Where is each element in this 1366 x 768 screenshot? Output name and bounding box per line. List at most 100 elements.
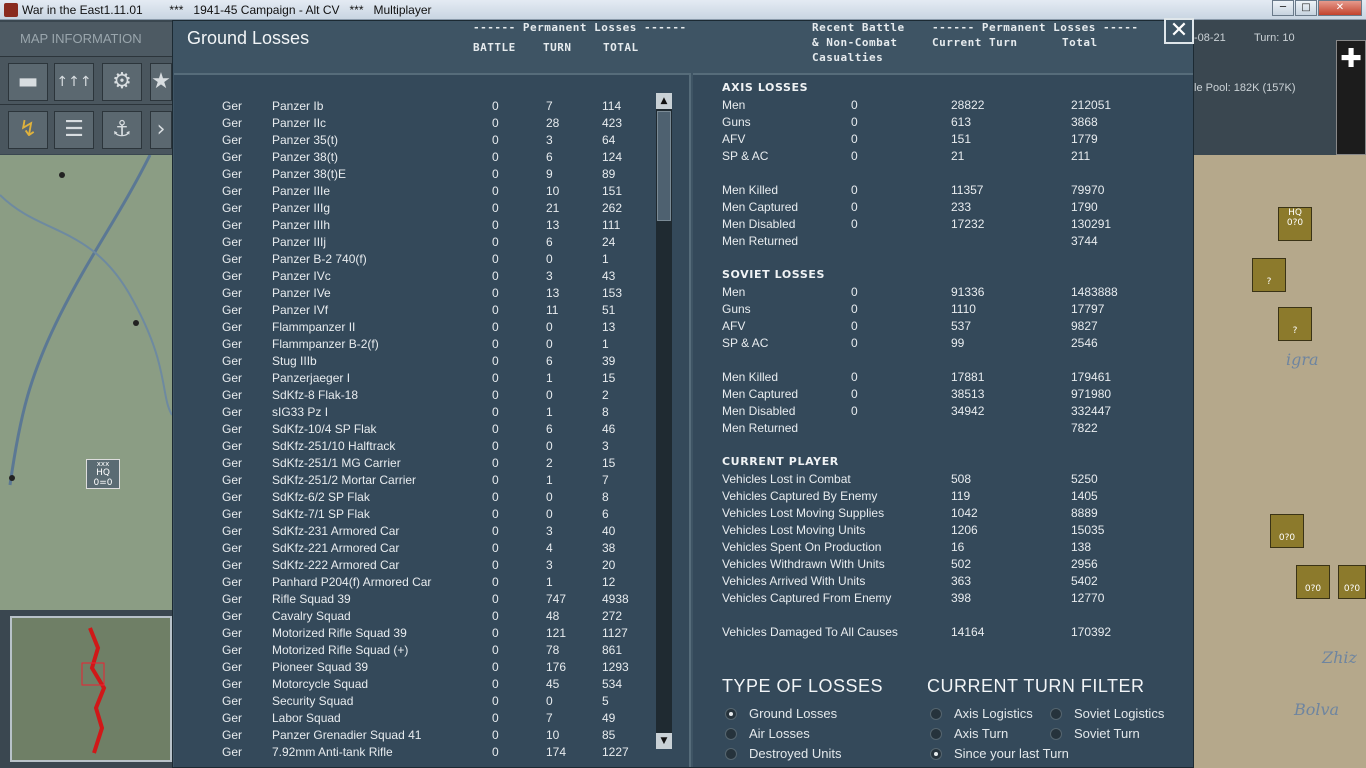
unit-row[interactable]: Ger Panzer IIIe 0 10 151 [174, 184, 644, 201]
unit-row[interactable]: Ger Motorized Rifle Squad 39 0 121 1127 [174, 626, 644, 643]
more-icon[interactable]: › [150, 111, 172, 149]
radio-button-icon[interactable] [1050, 708, 1062, 720]
row-recent: 0 [851, 98, 858, 112]
unit-row[interactable]: Ger Stug IIIb 0 6 39 [174, 354, 644, 371]
unit-row[interactable]: Ger 7.92mm Anti-tank Rifle 0 174 1227 [174, 745, 644, 762]
col-total-header: TOTAL [603, 41, 639, 54]
radio-label: Axis Logistics [954, 706, 1033, 721]
list-scrollbar[interactable]: ▲ ▼ [656, 93, 672, 749]
radio-button-icon[interactable] [725, 728, 737, 740]
unit-row[interactable]: Ger SdKfz-222 Armored Car 0 3 20 [174, 558, 644, 575]
unit-row[interactable]: Ger Panzer IVc 0 3 43 [174, 269, 644, 286]
unit-row[interactable]: Ger Panzer IIIh 0 13 111 [174, 218, 644, 235]
row-unit-name: Panzer IVe [272, 286, 331, 300]
unit-row[interactable]: Ger SdKfz-251/2 Mortar Carrier 0 1 7 [174, 473, 644, 490]
radio-button-icon[interactable] [1050, 728, 1062, 740]
soviet-losses-title: SOVIET LOSSES [722, 268, 825, 281]
unit-row[interactable]: Ger Security Squad 0 0 5 [174, 694, 644, 711]
row-label: Men [722, 98, 746, 112]
unit-row[interactable]: Ger SdKfz-231 Armored Car 0 3 40 [174, 524, 644, 541]
units-icon[interactable]: ↑↑↑ [54, 63, 94, 101]
row-turn: 10 [546, 184, 560, 198]
tank-icon[interactable]: ▬ [8, 63, 48, 101]
window-close-button[interactable]: ✕ [1318, 0, 1362, 16]
row-turn: 174 [546, 745, 567, 759]
unit-counter[interactable]: 0?0 [1270, 514, 1304, 548]
minimize-button[interactable]: ─ [1272, 0, 1294, 16]
unit-row[interactable]: Ger Motorized Rifle Squad (+) 0 78 861 [174, 643, 644, 660]
unit-losses-list[interactable]: Ger Panzer Ib 0 7 114 Ger Panzer IIc 0 28 423 Ger P… [174, 73, 691, 767]
row-current: 91336 [951, 285, 985, 299]
unit-row[interactable]: Ger Panzer 38(t)E 0 9 89 [174, 167, 644, 184]
unit-row[interactable]: Ger SdKfz-7/1 SP Flak 0 0 6 [174, 507, 644, 524]
nation-flag-icon: ✚ [1336, 40, 1366, 155]
counter-value: ? [1266, 277, 1272, 287]
dialog-close-button[interactable]: ✕ [1164, 18, 1194, 44]
unit-row[interactable]: Ger Panzer IIc 0 28 423 [174, 116, 644, 133]
unit-row[interactable]: Ger Cavalry Squad 0 48 272 [174, 609, 644, 626]
minimap[interactable] [10, 616, 172, 762]
unit-row[interactable]: Ger Pioneer Squad 39 0 176 1293 [174, 660, 644, 677]
row-current: 363 [951, 574, 972, 588]
ship-icon[interactable]: ⚓ [102, 111, 142, 149]
row-label: Men Captured [722, 387, 799, 401]
unit-row[interactable]: Ger Panzer 38(t) 0 6 124 [174, 150, 644, 167]
row-battle: 0 [492, 439, 499, 453]
unit-row[interactable]: Ger Panzer Ib 0 7 114 [174, 99, 644, 116]
supply-route-icon[interactable]: ↯ [8, 111, 48, 149]
loss-row: Guns 0 1110 17797 [722, 302, 1192, 319]
row-total: 861 [602, 643, 623, 657]
radio-button-icon[interactable] [930, 728, 942, 740]
unit-counter[interactable]: 0?0 [1338, 565, 1366, 599]
scroll-thumb[interactable] [657, 111, 671, 221]
map-information-button[interactable]: MAP INFORMATION [0, 22, 172, 56]
unit-row[interactable]: Ger Panzer IVe 0 13 153 [174, 286, 644, 303]
unit-row[interactable]: Ger Panzer IIIj 0 6 24 [174, 235, 644, 252]
unit-row[interactable]: Ger SdKfz-251/1 MG Carrier 0 2 15 [174, 456, 644, 473]
unit-row[interactable]: Ger Panhard P204(f) Armored Car 0 1 12 [174, 575, 644, 592]
row-unit-name: Cavalry Squad [272, 609, 351, 623]
row-total: 38 [602, 541, 616, 555]
unit-row[interactable]: Ger SdKfz-8 Flak-18 0 0 2 [174, 388, 644, 405]
unit-counter-hq[interactable]: HQ 0?0 [1278, 207, 1312, 241]
unit-row[interactable]: Ger Flammpanzer II 0 0 13 [174, 320, 644, 337]
unit-row[interactable]: Ger Panzer IVf 0 11 51 [174, 303, 644, 320]
counter-label: HQ [1288, 208, 1302, 218]
unit-counter[interactable]: 0?0 [1296, 565, 1330, 599]
rail-icon[interactable]: ☰ [54, 111, 94, 149]
radio-button-icon[interactable] [930, 748, 942, 760]
unit-row[interactable]: Ger Panzer B-2 740(f) 0 0 1 [174, 252, 644, 269]
unit-row[interactable]: Ger SdKfz-221 Armored Car 0 4 38 [174, 541, 644, 558]
scroll-up-arrow-icon[interactable]: ▲ [656, 93, 672, 109]
unit-row[interactable]: Ger Labor Squad 0 7 49 [174, 711, 644, 728]
row-battle: 0 [492, 184, 499, 198]
unit-counter[interactable]: ? [1252, 258, 1286, 292]
star-icon[interactable]: ★ [150, 63, 172, 101]
row-recent: 0 [851, 302, 858, 316]
row-unit-name: Panzer IIIj [272, 235, 327, 249]
row-battle: 0 [492, 626, 499, 640]
unit-row[interactable]: Ger SdKfz-10/4 SP Flak 0 6 46 [174, 422, 644, 439]
unit-row[interactable]: Ger Panzerjaeger I 0 1 15 [174, 371, 644, 388]
unit-row[interactable]: Ger SdKfz-6/2 SP Flak 0 0 8 [174, 490, 644, 507]
map-view[interactable] [0, 155, 172, 610]
radio-button-icon[interactable] [725, 748, 737, 760]
recent-casualties-header: & Non-Combat [812, 36, 898, 49]
unit-row[interactable]: Ger Panzer IIIg 0 21 262 [174, 201, 644, 218]
maximize-button[interactable]: □ [1295, 0, 1317, 16]
radio-button-icon[interactable] [725, 708, 737, 720]
unit-row[interactable]: Ger Panzer Grenadier Squad 41 0 10 85 [174, 728, 644, 745]
unit-row[interactable]: Ger Motorcycle Squad 0 45 534 [174, 677, 644, 694]
row-nation: Ger [222, 524, 243, 538]
unit-row[interactable]: Ger Panzer 35(t) 0 3 64 [174, 133, 644, 150]
unit-row[interactable]: Ger Rifle Squad 39 0 747 4938 [174, 592, 644, 609]
player-row: Vehicles Captured By Enemy 119 1405 [722, 489, 1192, 506]
hq-counter[interactable]: xxx HQ 0=0 [86, 459, 120, 489]
scroll-down-arrow-icon[interactable]: ▼ [656, 733, 672, 749]
unit-counter[interactable]: ? [1278, 307, 1312, 341]
radio-button-icon[interactable] [930, 708, 942, 720]
unit-row[interactable]: Ger Flammpanzer B-2(f) 0 0 1 [174, 337, 644, 354]
unit-row[interactable]: Ger sIG33 Pz I 0 1 8 [174, 405, 644, 422]
unit-row[interactable]: Ger SdKfz-251/10 Halftrack 0 0 3 [174, 439, 644, 456]
gear-icon[interactable]: ⚙ [102, 63, 142, 101]
